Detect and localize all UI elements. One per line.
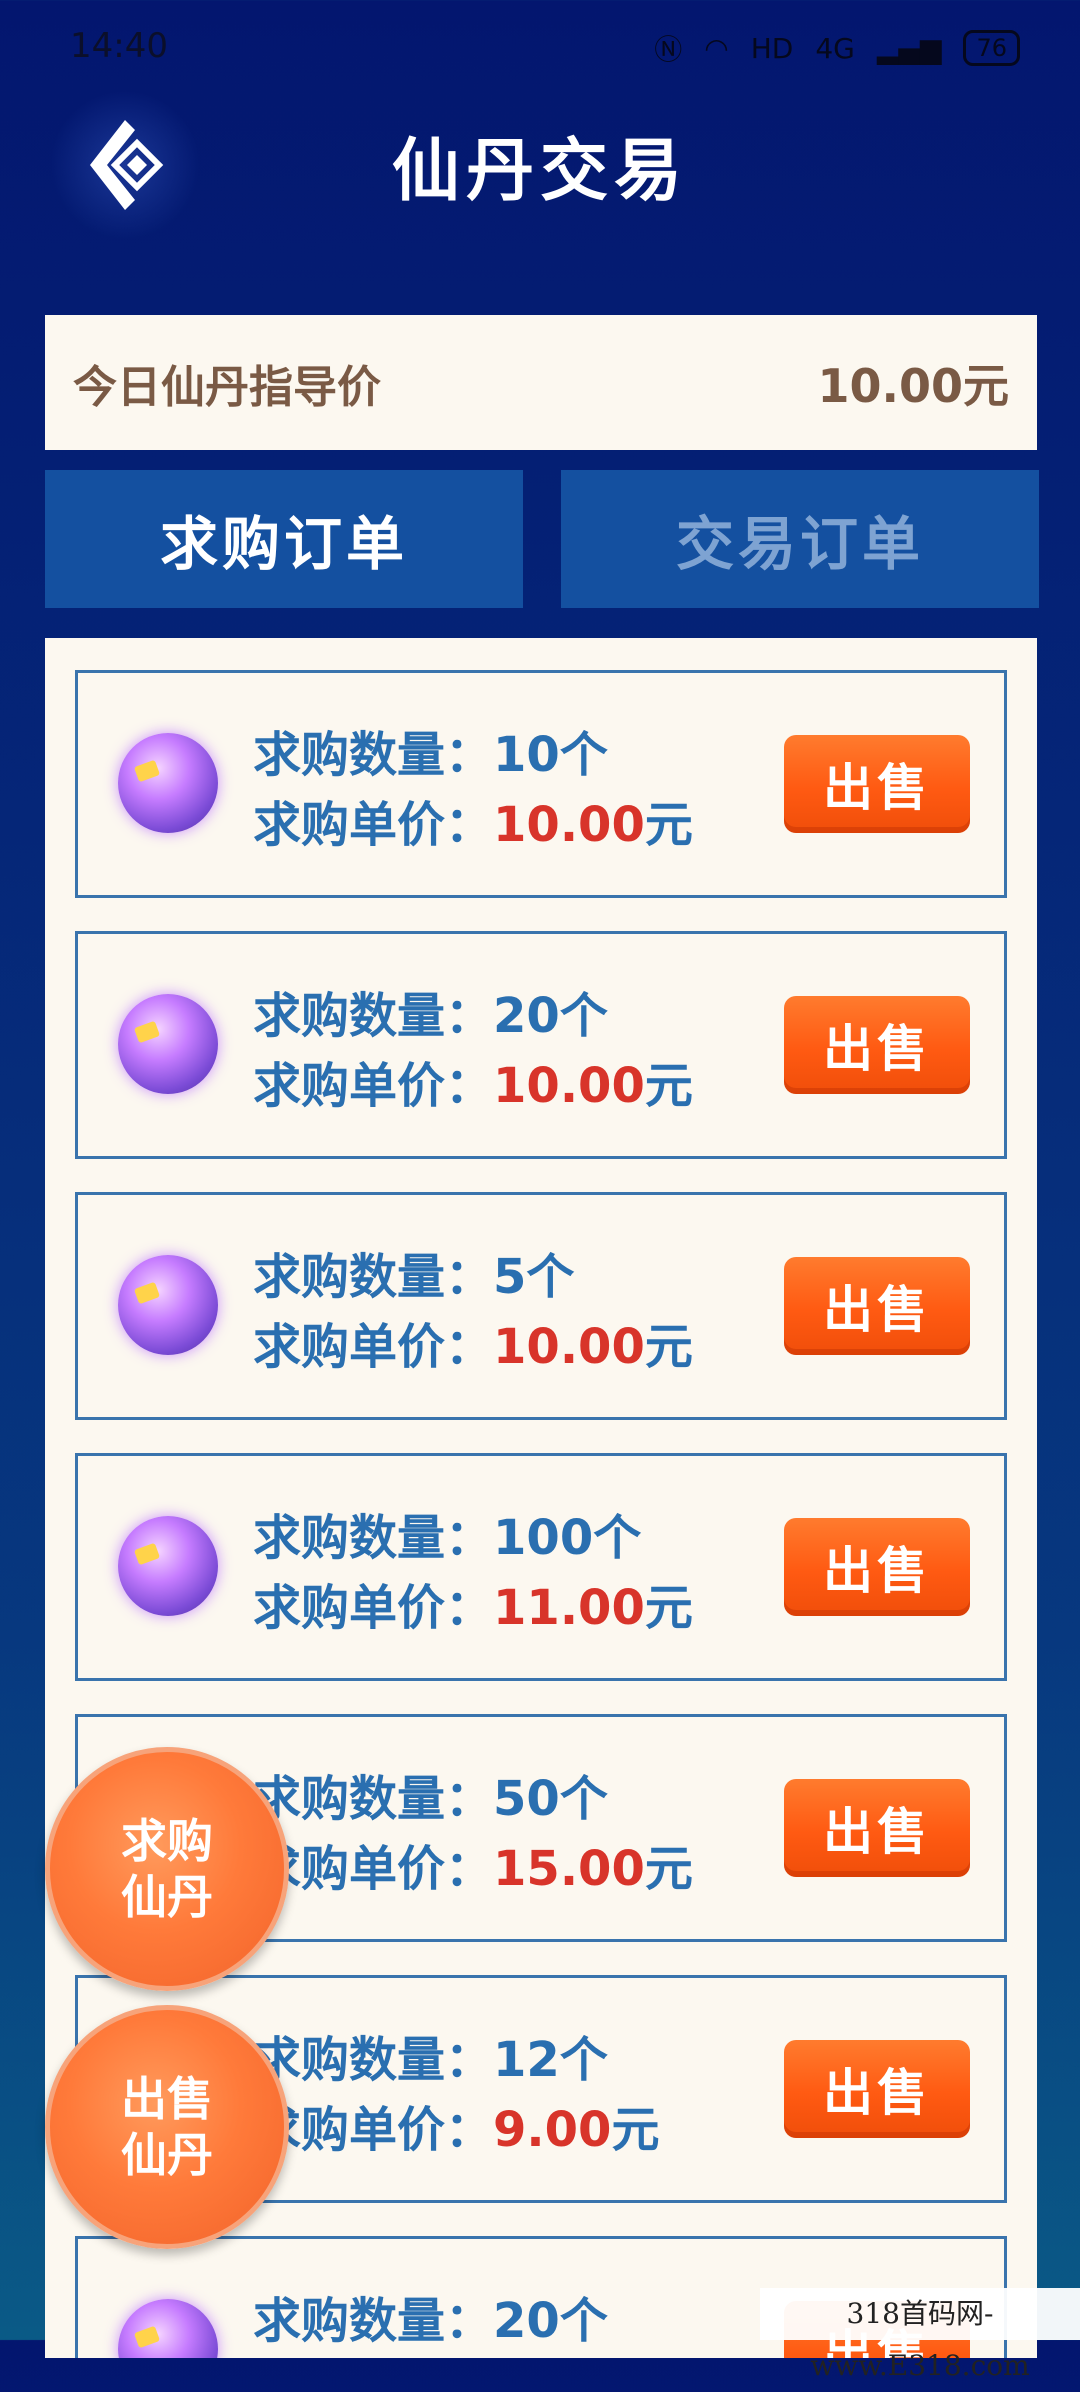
page-title: 仙丹交易 xyxy=(391,132,688,211)
buy-elixir-float-button[interactable]: 求购 仙丹 xyxy=(45,1747,289,1991)
guide-price-value: 10.00元 xyxy=(817,358,1009,413)
status-bar: 14:40 Ⓝ ◠ HD 4G ▂▄▆ 76 xyxy=(0,0,1080,100)
order-card: 求购数量：100个 求购单价：11.00元 出售 xyxy=(75,1453,1007,1681)
order-price: 求购单价：15.00元 xyxy=(253,1841,693,1897)
guide-price-label: 今日仙丹指导价 xyxy=(73,361,381,413)
signal-icon: ▂▄▆ xyxy=(876,31,942,65)
order-card: 求购数量：5个 求购单价：10.00元 出售 xyxy=(75,1192,1007,1420)
status-time: 14:40 xyxy=(70,26,168,66)
sell-float-line2: 仙丹 xyxy=(121,2128,213,2182)
order-quantity: 求购数量：20个 xyxy=(253,2293,608,2349)
buy-float-line2: 仙丹 xyxy=(121,1870,213,1924)
order-price: 求购单价：10.00元 xyxy=(253,1319,693,1375)
sell-button[interactable]: 出售 xyxy=(784,2040,970,2138)
elixir-orb-icon xyxy=(118,994,218,1094)
tab-buy-orders[interactable]: 求购订单 xyxy=(45,470,523,608)
sell-elixir-float-button[interactable]: 出售 仙丹 xyxy=(45,2005,289,2249)
order-price: 求购单价：9.00元 xyxy=(253,2102,660,2158)
battery-icon: 76 xyxy=(963,30,1020,66)
order-quantity: 求购数量：50个 xyxy=(253,1771,608,1827)
sell-button[interactable]: 出售 xyxy=(784,1257,970,1355)
order-price: 求购单价：10.00元 xyxy=(253,797,693,853)
sell-button[interactable]: 出售 xyxy=(784,1518,970,1616)
guide-price-bar: 今日仙丹指导价 10.00元 xyxy=(45,315,1037,450)
order-quantity: 求购数量：5个 xyxy=(253,1249,575,1305)
nfc-icon: Ⓝ xyxy=(654,33,683,66)
sell-button[interactable]: 出售 xyxy=(784,996,970,1094)
elixir-orb-icon xyxy=(118,733,218,833)
elixir-orb-icon xyxy=(118,1516,218,1616)
order-quantity: 求购数量：100个 xyxy=(253,1510,642,1566)
sell-button[interactable]: 出售 xyxy=(784,735,970,833)
tab-trade-orders[interactable]: 交易订单 xyxy=(561,470,1039,608)
order-card: 求购数量：10个 求购单价：10.00元 出售 xyxy=(75,670,1007,898)
watermark: 318首码网-www.E318.com xyxy=(760,2288,1080,2382)
buy-float-line1: 求购 xyxy=(121,1814,213,1868)
sell-button[interactable]: 出售 xyxy=(784,1779,970,1877)
sell-float-line1: 出售 xyxy=(121,2072,213,2126)
order-price: 求购单价：11.00元 xyxy=(253,1580,693,1636)
elixir-orb-icon xyxy=(118,2299,218,2358)
order-quantity: 求购数量：10个 xyxy=(253,727,608,783)
order-card: 求购数量：20个 求购单价：10.00元 出售 xyxy=(75,931,1007,1159)
network-label: 4G xyxy=(815,31,855,65)
elixir-orb-icon xyxy=(118,1255,218,1355)
order-quantity: 求购数量：20个 xyxy=(253,988,608,1044)
hd-icon: HD xyxy=(750,31,794,65)
status-icons: Ⓝ ◠ HD 4G ▂▄▆ 76 xyxy=(654,28,1020,68)
headphones-icon: ◠ xyxy=(704,31,729,65)
order-price: 求购单价：10.00元 xyxy=(253,1058,693,1114)
order-quantity: 求购数量：12个 xyxy=(253,2032,608,2088)
